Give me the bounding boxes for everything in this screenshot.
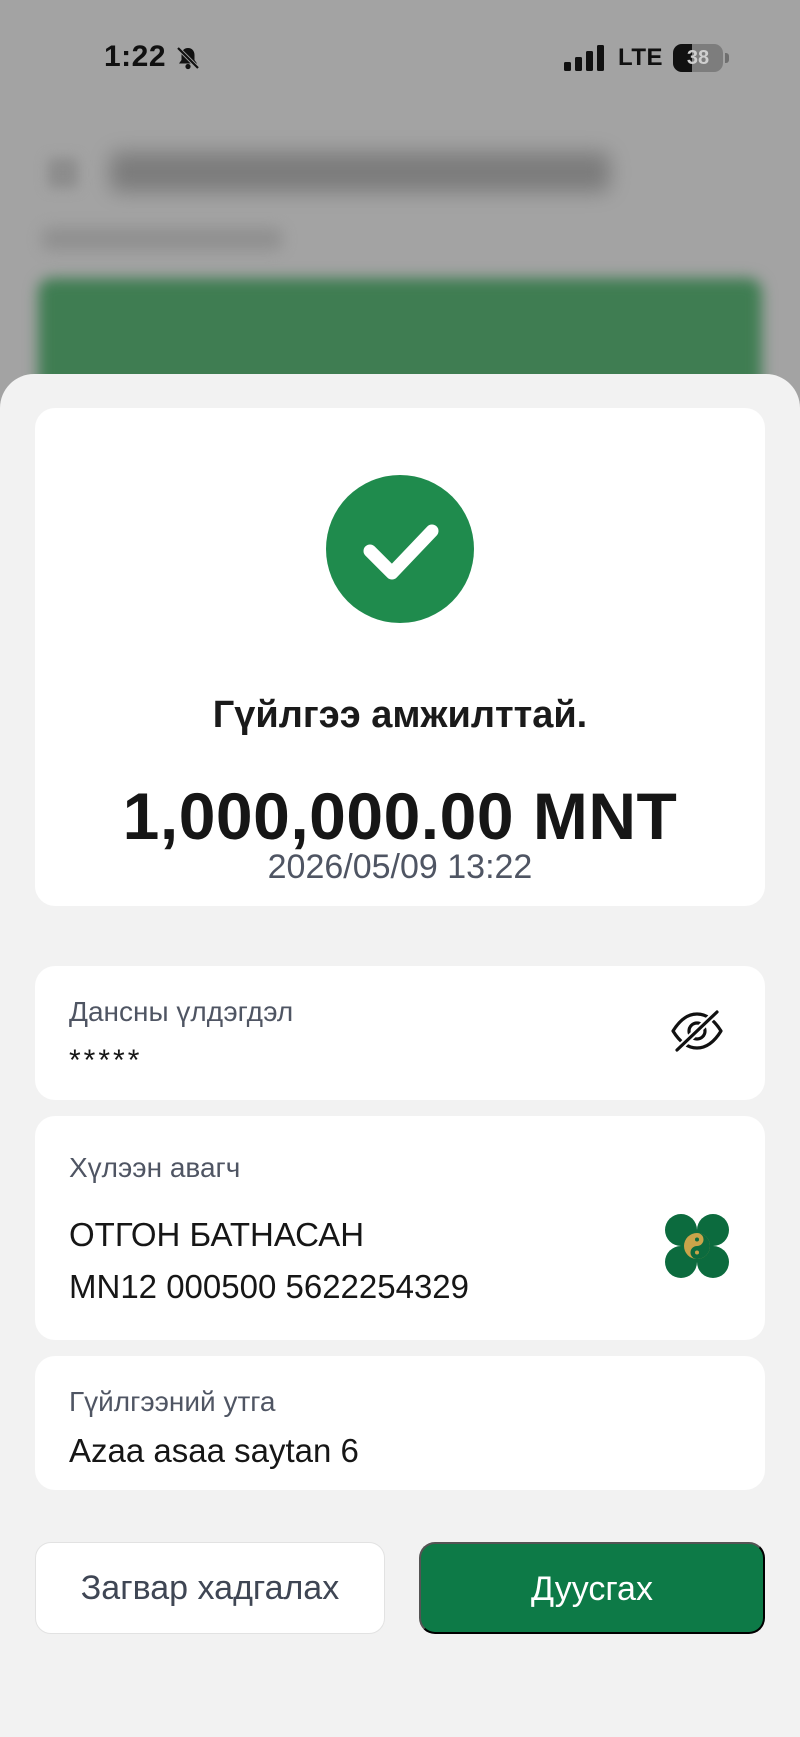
balance-card: Дансны үлдэгдэл ***** xyxy=(35,966,765,1100)
eye-off-icon[interactable] xyxy=(669,1006,725,1056)
blurred-subtitle xyxy=(42,228,282,250)
status-title: Гүйлгээ амжилттай. xyxy=(212,694,588,736)
bell-slash-icon xyxy=(174,44,202,72)
finish-button[interactable]: Дуусгах xyxy=(419,1542,765,1634)
network-type: LTE xyxy=(618,44,664,71)
transaction-amount: 1,000,000.00 MNT xyxy=(122,779,678,853)
battery-nub xyxy=(725,53,729,63)
receipt-sheet: Гүйлгээ амжилттай. 1,000,000.00 MNT 2026… xyxy=(0,374,800,1737)
recipient-label: Хүлээн авагч xyxy=(69,1152,241,1183)
description-label: Гүйлгээний утга xyxy=(69,1386,276,1417)
receipt-summary-card: Гүйлгээ амжилттай. 1,000,000.00 MNT 2026… xyxy=(35,408,765,906)
battery-body: 38 xyxy=(673,44,723,72)
bank-logo-icon xyxy=(663,1212,731,1280)
battery-percent: 38 xyxy=(686,47,710,69)
recipient-name: ОТГОН БАТНАСАН xyxy=(69,1216,365,1253)
success-check-icon xyxy=(326,475,474,623)
screen: 1:22 LTE 38 Гүйлгээ амжилттай. 1,000,000… xyxy=(0,0,800,1737)
battery-icon: 38 xyxy=(673,44,729,72)
recipient-card: Хүлээн авагч ОТГОН БАТНАСАН MN12 000500 … xyxy=(35,1116,765,1340)
status-time: 1:22 xyxy=(104,40,167,73)
save-template-button[interactable]: Загвар хадгалах xyxy=(35,1542,385,1634)
description-value: Azaa asaa saytan 6 xyxy=(69,1432,359,1469)
blurred-back-button xyxy=(48,158,78,188)
recipient-account: MN12 000500 5622254329 xyxy=(69,1268,470,1305)
transaction-datetime: 2026/05/09 13:22 xyxy=(267,848,533,886)
balance-value: ***** xyxy=(69,1044,143,1077)
blurred-title xyxy=(110,152,610,192)
description-card: Гүйлгээний утга Azaa asaa saytan 6 xyxy=(35,1356,765,1490)
signal-icon xyxy=(564,45,606,71)
balance-label: Дансны үлдэгдэл xyxy=(69,996,294,1027)
status-bar: 1:22 LTE 38 xyxy=(0,0,800,110)
